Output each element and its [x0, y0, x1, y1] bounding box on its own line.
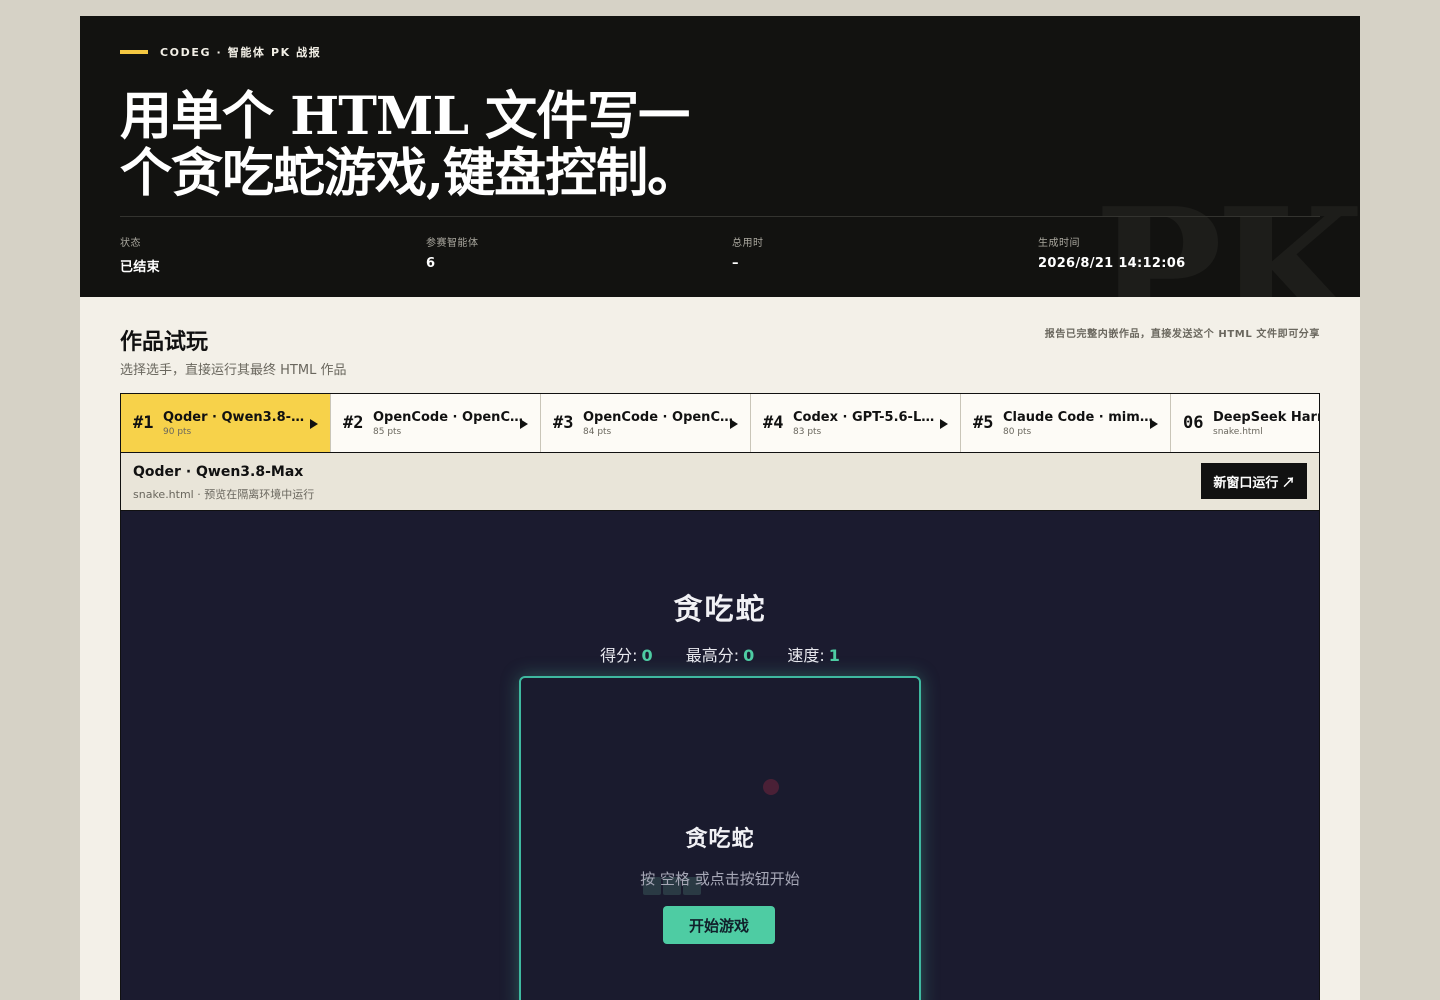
start-game-button[interactable]: 开始游戏 [663, 906, 775, 944]
game-stats: 得分: 0 最高分: 0 速度: 1 [121, 642, 1319, 666]
preview-header: Qoder · Qwen3.8-Max snake.html · 预览在隔离环境… [120, 453, 1320, 511]
share-note: 报告已完整内嵌作品，直接发送这个 HTML 文件即可分享 [1044, 329, 1320, 340]
score-label: 得分: [600, 646, 638, 665]
open-new-window-button[interactable]: 新窗口运行 ↗ [1201, 463, 1307, 499]
tab-file: snake.html [1213, 426, 1263, 437]
meta-label: 状态 [120, 238, 141, 249]
meta-value: 已结束 [120, 260, 160, 275]
meta-label: 总用时 [732, 238, 764, 249]
score-stat: 得分: 0 [600, 642, 653, 666]
tab-text: Claude Code · mim... 80 pts [1003, 410, 1153, 437]
tab-name: Codex · GPT-5.6-Lu... [793, 409, 943, 425]
contestant-tabs: #1 Qoder · Qwen3.8-Max 90 pts #2 OpenCod… [120, 393, 1320, 453]
tab-rank: #4 [763, 413, 784, 433]
preview-contestant-name: Qoder · Qwen3.8-Max [133, 464, 304, 480]
play-icon [520, 419, 528, 429]
game-title: 贪吃蛇 [673, 592, 767, 626]
high-score-label: 最高分: [685, 646, 740, 665]
meta-duration: 总用时 – [732, 234, 764, 271]
tab-text: DeepSeek Harness snake.html [1213, 409, 1319, 437]
tab-contestant-2[interactable]: #2 OpenCode · OpenC... 85 pts [331, 394, 541, 452]
tab-points: 80 pts [1003, 426, 1032, 437]
speed-label: 速度: [787, 646, 825, 665]
eyebrow-accent-bar [120, 50, 148, 54]
meta-value: 6 [426, 256, 436, 271]
game-preview-frame[interactable]: 贪吃蛇 得分: 0 最高分: 0 速度: 1 贪吃蛇 按 空格 或点击按钮开始 开始游… [120, 511, 1320, 1000]
high-score-stat: 最高分: 0 [686, 642, 755, 666]
hero-banner: PK CODEG · 智能体 PK 战报 用单个 HTML 文件写一个贪吃蛇游戏… [80, 16, 1360, 297]
tab-rank: #2 [343, 413, 364, 433]
hero-title: 用单个 HTML 文件写一个贪吃蛇游戏,键盘控制。 [120, 86, 699, 204]
tab-contestant-4[interactable]: #4 Codex · GPT-5.6-Lu... 83 pts [751, 394, 961, 452]
speed-value: 1 [828, 646, 840, 665]
speed-stat: 速度: 1 [787, 642, 840, 666]
hero-divider [120, 216, 1320, 217]
meta-label: 生成时间 [1038, 238, 1080, 249]
meta-status: 状态 已结束 [120, 234, 160, 275]
tab-points: 85 pts [373, 426, 402, 437]
tab-name: Claude Code · mim... [1003, 409, 1153, 425]
meta-label: 参赛智能体 [426, 238, 479, 249]
play-icon [940, 419, 948, 429]
meta-agents: 参赛智能体 6 [426, 234, 479, 271]
tab-contestant-5[interactable]: #5 Claude Code · mim... 80 pts [961, 394, 1171, 452]
tab-name: OpenCode · OpenC... [583, 409, 733, 425]
play-icon [310, 419, 318, 429]
preview-subtitle: snake.html · 预览在隔离环境中运行 [133, 488, 315, 501]
tab-text: Qoder · Qwen3.8-Max 90 pts [163, 410, 313, 437]
tab-points: 90 pts [163, 426, 192, 437]
hero-eyebrow: CODEG · 智能体 PK 战报 [120, 44, 321, 60]
tab-contestant-6[interactable]: 06 DeepSeek Harness snake.html [1171, 394, 1319, 452]
tab-name: OpenCode · OpenC... [373, 409, 523, 425]
play-icon [730, 419, 738, 429]
tab-name: Qoder · Qwen3.8-Max [163, 409, 313, 425]
tab-text: OpenCode · OpenC... 84 pts [583, 410, 733, 437]
meta-generated-time: 生成时间 2026/8/21 14:12:06 [1038, 234, 1185, 271]
food-dot [763, 779, 779, 795]
overlay-title: 贪吃蛇 [685, 827, 755, 852]
section-subtitle: 选择选手，直接运行其最终 HTML 作品 [120, 363, 347, 378]
report-page: PK CODEG · 智能体 PK 战报 用单个 HTML 文件写一个贪吃蛇游戏… [80, 16, 1360, 1000]
tab-rank: #3 [553, 413, 574, 433]
meta-value: 2026/8/21 14:12:06 [1038, 256, 1186, 271]
tab-points: 84 pts [583, 426, 612, 437]
tab-contestant-3[interactable]: #3 OpenCode · OpenC... 84 pts [541, 394, 751, 452]
tab-text: OpenCode · OpenC... 85 pts [373, 410, 523, 437]
tab-name: DeepSeek Harness [1213, 409, 1319, 425]
section-title: 作品试玩 [120, 329, 209, 355]
score-value: 0 [641, 646, 653, 665]
tab-contestant-1[interactable]: #1 Qoder · Qwen3.8-Max 90 pts [121, 394, 331, 452]
play-icon [1150, 419, 1158, 429]
tab-rank: 06 [1183, 413, 1204, 433]
meta-value: – [732, 256, 739, 271]
game-board[interactable]: 贪吃蛇 按 空格 或点击按钮开始 开始游戏 [519, 676, 921, 1000]
tab-rank: #1 [133, 413, 154, 433]
high-score-value: 0 [743, 646, 755, 665]
eyebrow-text: CODEG · 智能体 PK 战报 [160, 46, 322, 59]
tab-text: Codex · GPT-5.6-Lu... 83 pts [793, 410, 943, 437]
tab-points: 83 pts [793, 426, 822, 437]
tab-rank: #5 [973, 413, 994, 433]
overlay-hint: 按 空格 或点击按钮开始 [640, 870, 800, 888]
